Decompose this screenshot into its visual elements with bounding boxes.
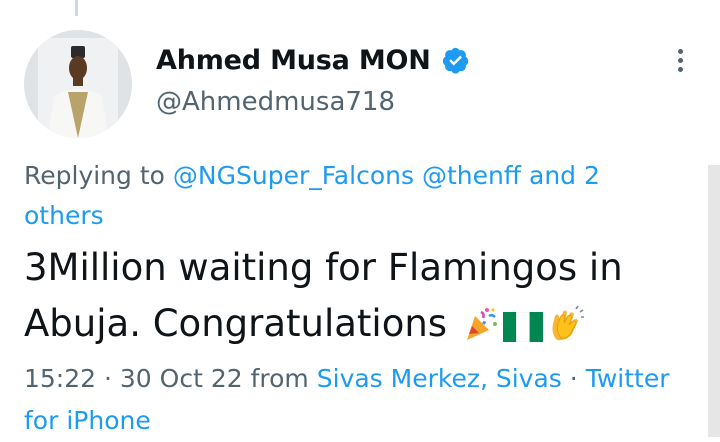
- clapping-hands-icon: [547, 302, 585, 358]
- nigeria-flag-icon: [502, 302, 543, 358]
- meta-separator: ·: [569, 364, 578, 393]
- mention-link[interactable]: @thenff: [422, 161, 521, 190]
- party-popper-icon: [463, 302, 499, 358]
- tweet-text: 3Million waiting for Flamingos in Abuja.…: [24, 240, 684, 358]
- avatar[interactable]: [24, 30, 132, 138]
- tweet-time[interactable]: 15:22: [24, 364, 96, 393]
- more-options-icon[interactable]: [662, 40, 698, 80]
- thread-line: [75, 0, 78, 16]
- verified-badge-icon: [441, 46, 470, 75]
- author-display-name[interactable]: Ahmed Musa MON: [156, 45, 431, 76]
- reply-connector[interactable]: and: [529, 161, 576, 190]
- reply-context: Replying to @NGSuper_Falcons @thenff and…: [24, 156, 664, 236]
- mention-link[interactable]: @NGSuper_Falcons: [173, 161, 414, 190]
- author-name-row: Ahmed Musa MON: [156, 40, 470, 80]
- tweet-meta: 15:22 · 30 Oct 22 from Sivas Merkez, Siv…: [24, 358, 674, 442]
- author-handle[interactable]: @Ahmedmusa718: [156, 87, 395, 117]
- location-link[interactable]: Sivas Merkez, Sivas: [317, 364, 562, 393]
- tweet-date[interactable]: 30 Oct 22: [120, 364, 243, 393]
- meta-separator: ·: [104, 364, 112, 393]
- scrollbar[interactable]: [708, 165, 720, 437]
- replying-to-label: Replying to: [24, 161, 165, 190]
- from-label: from: [250, 364, 309, 393]
